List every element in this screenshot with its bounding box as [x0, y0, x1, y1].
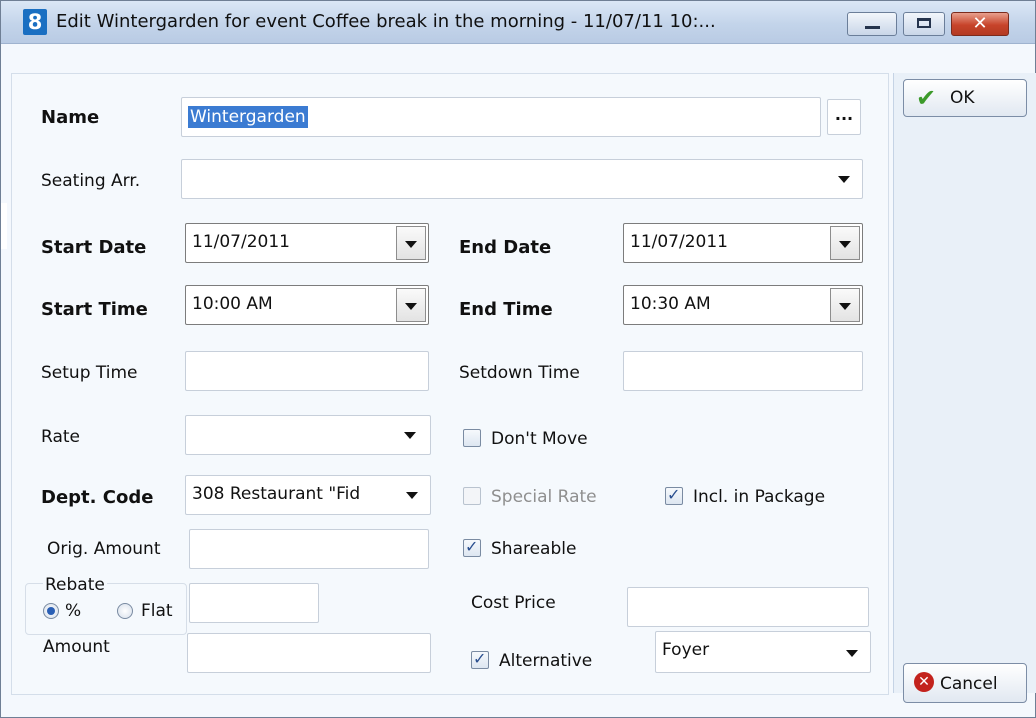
- ok-button-label: OK: [950, 88, 975, 108]
- rebate-label: Rebate: [43, 575, 107, 595]
- end-time-dropdown-button[interactable]: [830, 288, 860, 322]
- rebate-input[interactable]: [189, 583, 319, 623]
- window-title: Edit Wintergarden for event Coffee break…: [56, 11, 716, 32]
- dept-code-value: 308 Restaurant "Fid: [192, 484, 361, 504]
- rate-select[interactable]: [185, 415, 431, 455]
- name-lookup-button[interactable]: ...: [827, 99, 861, 135]
- orig-amount-label: Orig. Amount: [47, 539, 161, 559]
- dont-move-label: Don't Move: [491, 429, 588, 449]
- chevron-down-icon: [405, 241, 417, 248]
- dept-code-label: Dept. Code: [41, 487, 154, 508]
- cancel-button[interactable]: ✕ Cancel: [903, 663, 1027, 703]
- start-date-value: 11/07/2011: [192, 232, 290, 252]
- seating-arrangement-select[interactable]: [181, 159, 863, 199]
- ok-button[interactable]: ✔ OK: [903, 79, 1027, 117]
- start-time-dropdown-button[interactable]: [396, 288, 426, 322]
- amount-input[interactable]: [187, 633, 431, 673]
- special-rate-checkbox[interactable]: [463, 487, 481, 505]
- chevron-down-icon: [846, 650, 858, 657]
- setup-time-input[interactable]: [185, 351, 429, 391]
- minimize-icon: [865, 26, 880, 29]
- incl-package-checkbox[interactable]: ✓: [665, 485, 683, 505]
- rebate-flat-label: Flat: [141, 601, 173, 621]
- maximize-icon: [917, 18, 931, 28]
- alternative-checkbox[interactable]: ✓: [471, 649, 489, 669]
- app-logo-icon: 8: [23, 9, 47, 35]
- amount-label: Amount: [43, 637, 110, 657]
- chevron-down-icon: [406, 492, 418, 499]
- checkmark-icon: ✓: [473, 649, 487, 668]
- cancel-button-label: Cancel: [940, 674, 998, 694]
- checkmark-icon: ✓: [465, 537, 479, 556]
- alternative-value: Foyer: [662, 640, 710, 660]
- start-date-label: Start Date: [41, 237, 147, 258]
- edit-dialog-window: 8 Edit Wintergarden for event Coffee bre…: [0, 0, 1036, 718]
- setdown-time-input[interactable]: [623, 351, 863, 391]
- start-date-dropdown-button[interactable]: [396, 226, 426, 260]
- checkmark-icon: ✓: [667, 485, 681, 504]
- start-time-picker[interactable]: 10:00 AM: [185, 285, 429, 325]
- alternative-label: Alternative: [499, 651, 593, 671]
- setdown-time-label: Setdown Time: [459, 363, 580, 383]
- end-time-picker[interactable]: 10:30 AM: [623, 285, 863, 325]
- close-icon: ✕: [972, 13, 988, 34]
- start-time-label: Start Time: [41, 299, 148, 320]
- incl-package-label: Incl. in Package: [693, 487, 826, 507]
- shareable-checkbox[interactable]: ✓: [463, 537, 481, 557]
- name-label: Name: [41, 107, 100, 128]
- end-date-value: 11/07/2011: [630, 232, 728, 252]
- radio-selected-dot: [47, 607, 55, 615]
- start-time-value: 10:00 AM: [192, 294, 273, 314]
- end-date-label: End Date: [459, 237, 552, 258]
- dept-code-select[interactable]: 308 Restaurant "Fid: [185, 475, 431, 515]
- close-button[interactable]: ✕: [951, 12, 1009, 36]
- cost-price-label: Cost Price: [471, 593, 556, 613]
- shareable-label: Shareable: [491, 539, 577, 559]
- name-value: Wintergarden: [188, 106, 308, 128]
- setup-time-label: Setup Time: [41, 363, 138, 383]
- end-time-value: 10:30 AM: [630, 294, 711, 314]
- chevron-down-icon: [405, 303, 417, 310]
- chevron-down-icon: [839, 241, 851, 248]
- left-edge-marker: [1, 203, 7, 249]
- rebate-percent-label: %: [65, 601, 82, 621]
- end-time-label: End Time: [459, 299, 553, 320]
- seating-arrangement-label: Seating Arr.: [41, 171, 141, 191]
- name-input[interactable]: Wintergarden: [181, 97, 821, 137]
- dont-move-checkbox[interactable]: [463, 429, 481, 447]
- rebate-percent-radio[interactable]: [43, 603, 59, 619]
- cancel-icon: ✕: [914, 672, 934, 692]
- title-bar[interactable]: 8 Edit Wintergarden for event Coffee bre…: [1, 1, 1035, 44]
- chevron-down-icon: [404, 432, 416, 439]
- chevron-down-icon: [838, 176, 850, 183]
- rate-label: Rate: [41, 427, 80, 447]
- maximize-button[interactable]: [903, 12, 945, 36]
- minimize-button[interactable]: [847, 12, 897, 36]
- orig-amount-input[interactable]: [189, 529, 429, 569]
- chevron-down-icon: [839, 303, 851, 310]
- end-date-picker[interactable]: 11/07/2011: [623, 223, 863, 263]
- cost-price-input[interactable]: [627, 587, 869, 627]
- end-date-dropdown-button[interactable]: [830, 226, 860, 260]
- alternative-select[interactable]: Foyer: [655, 631, 871, 673]
- checkmark-icon: ✔: [916, 84, 937, 112]
- start-date-picker[interactable]: 11/07/2011: [185, 223, 429, 263]
- action-panel: [893, 73, 1036, 693]
- special-rate-label: Special Rate: [491, 487, 597, 507]
- rebate-flat-radio[interactable]: [117, 603, 133, 619]
